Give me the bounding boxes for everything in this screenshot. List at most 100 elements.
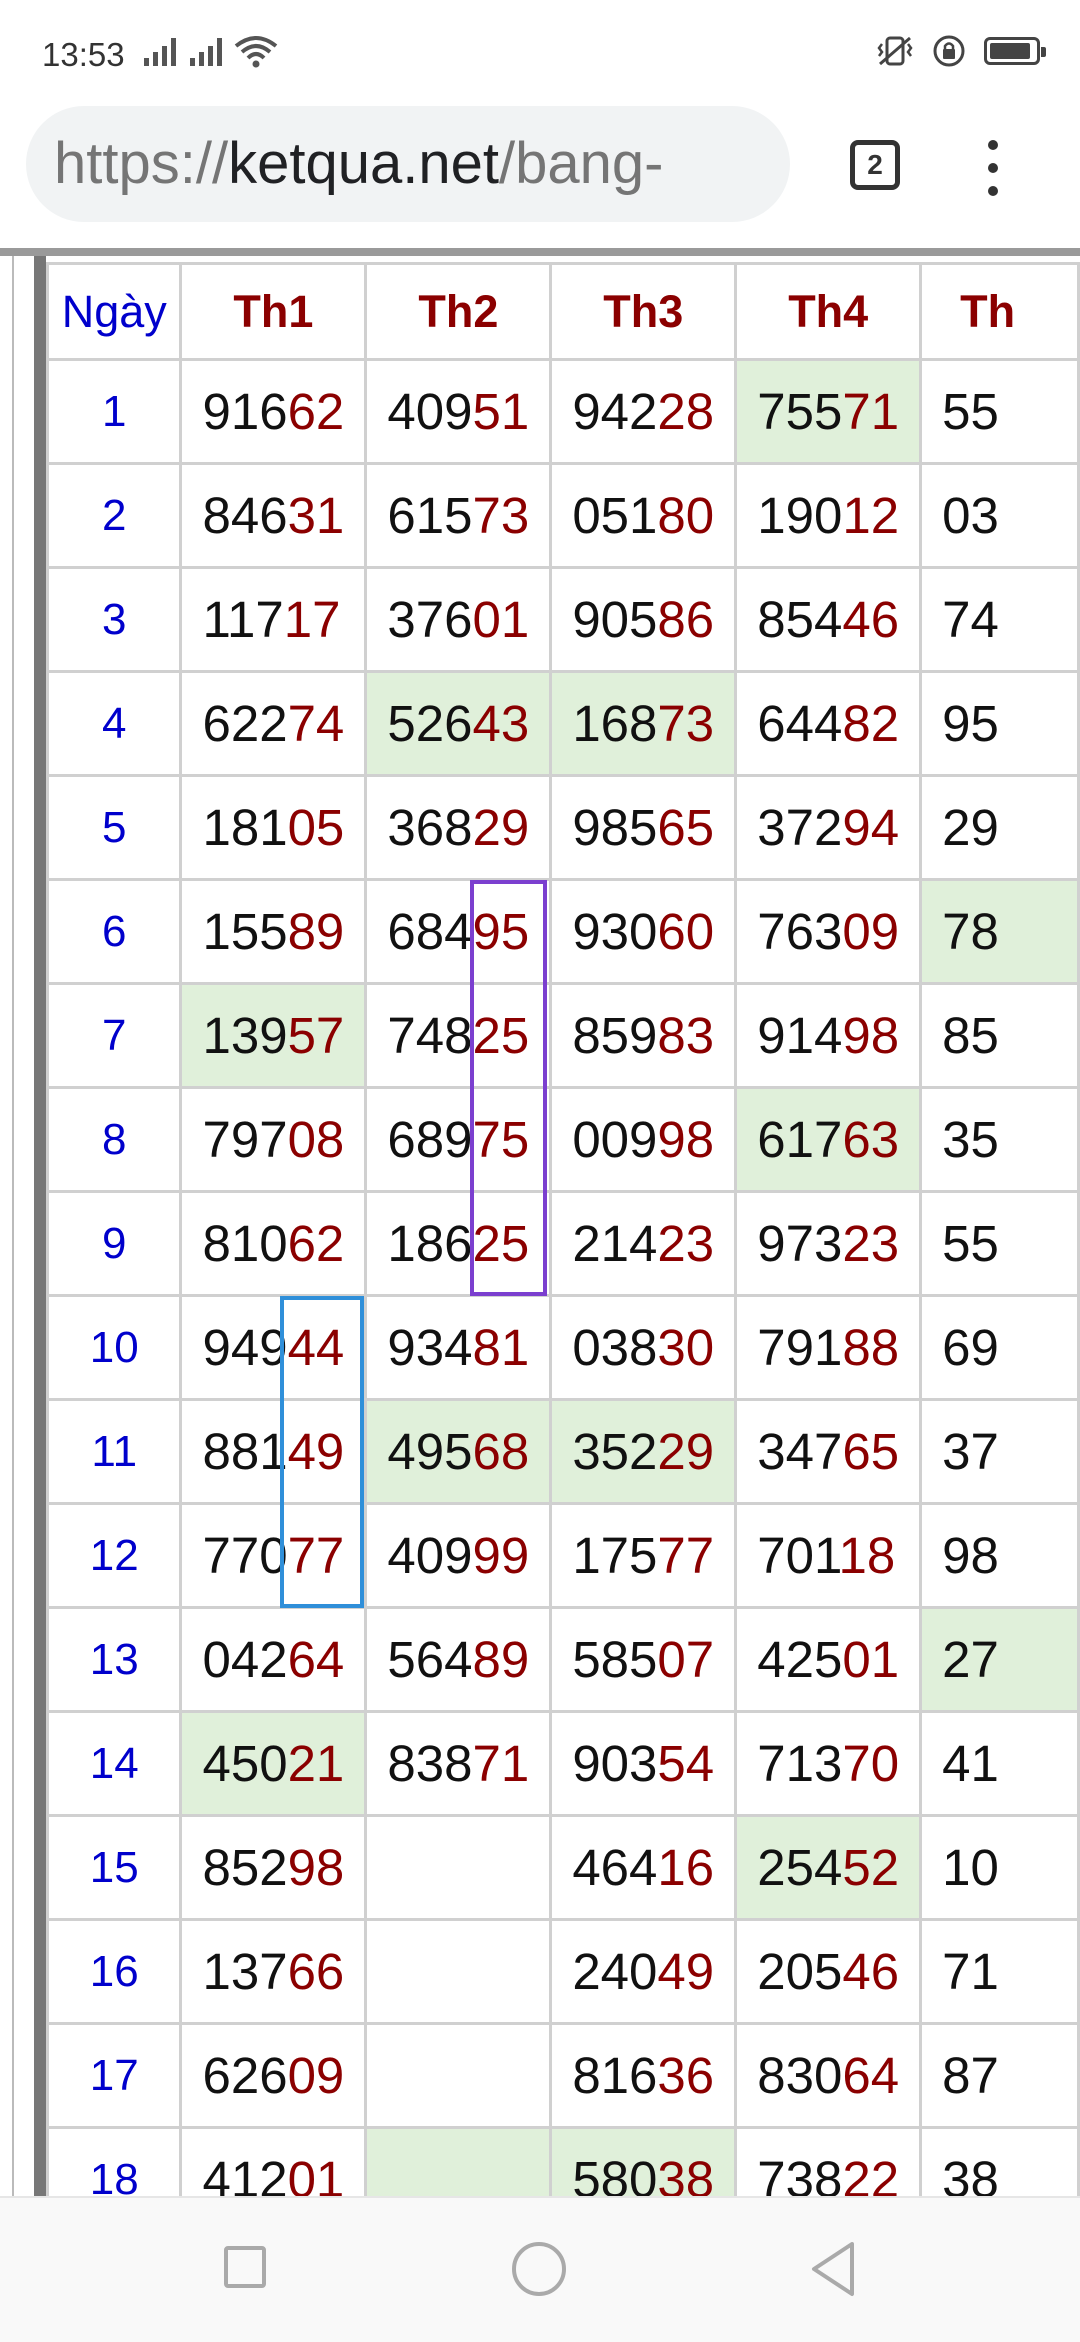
recent-apps-button[interactable] <box>224 2246 266 2288</box>
number-tail: 01 <box>287 2151 345 2196</box>
day-cell: 16 <box>45 1918 183 2025</box>
day-cell: 10 <box>45 1294 183 1401</box>
number-head: 95 <box>942 695 999 752</box>
day-cell: 6 <box>45 878 183 985</box>
number-tail: 07 <box>657 1631 715 1688</box>
day-cell: 8 <box>45 1086 183 1193</box>
result-cell-th1: 62609 <box>179 2022 368 2129</box>
result-cell-th5: 27 <box>919 1606 1080 1713</box>
result-cell-th5: 87 <box>919 2022 1080 2129</box>
number-head: 585 <box>572 1631 658 1688</box>
number-head: 738 <box>757 2151 843 2196</box>
table-row: 10 94944 93481 03830 79188 69 <box>45 1294 1080 1401</box>
number-head: 464 <box>572 1839 658 1896</box>
number-tail: 99 <box>472 1527 530 1584</box>
number-head: 797 <box>202 1111 288 1168</box>
number-tail: 80 <box>657 487 715 544</box>
number-head: 181 <box>202 799 288 856</box>
result-cell-th5: 10 <box>919 1814 1080 1921</box>
header-day: Ngày <box>45 262 183 361</box>
number-head: 701 <box>757 1527 839 1584</box>
table-row: 5 18105 36829 98565 37294 29 <box>45 774 1080 881</box>
table-row: 4 62274 52643 16873 64482 95 <box>45 670 1080 777</box>
number-tail: 88 <box>842 1319 900 1376</box>
result-cell-th4: 19012 <box>734 462 923 569</box>
result-cell-th1: 85298 <box>179 1814 368 1921</box>
number-tail: 71 <box>842 383 900 440</box>
number-head: 78 <box>942 903 999 960</box>
number-head: 810 <box>202 1215 288 1272</box>
table-row: 14 45021 83871 90354 71370 41 <box>45 1710 1080 1817</box>
number-head: 35 <box>942 1111 999 1168</box>
number-head: 10 <box>942 1839 999 1896</box>
result-cell-th4: 70118 <box>734 1502 923 1609</box>
day-cell: 12 <box>45 1502 183 1609</box>
number-head: 27 <box>942 1631 999 1688</box>
back-button[interactable] <box>808 2240 858 2298</box>
number-tail: 73 <box>657 695 715 752</box>
result-cell-th4: 64482 <box>734 670 923 777</box>
url-scheme: https:// <box>54 131 229 196</box>
number-head: 168 <box>572 695 658 752</box>
number-head: 03 <box>942 487 999 544</box>
number-head: 205 <box>757 1943 843 2000</box>
result-cell-th1: 18105 <box>179 774 368 881</box>
page-edge <box>0 248 1080 256</box>
number-tail: 46 <box>842 1943 900 2000</box>
number-tail: 29 <box>657 1423 715 1480</box>
number-head: 214 <box>572 1215 658 1272</box>
result-cell-th1: 91662 <box>179 358 368 465</box>
number-tail: 68 <box>472 1423 530 1480</box>
number-head: 038 <box>572 1319 658 1376</box>
result-cell-th4: 85446 <box>734 566 923 673</box>
result-cell-th4: 76309 <box>734 878 923 985</box>
number-tail: 86 <box>657 591 715 648</box>
number-tail: 22 <box>842 2151 900 2196</box>
day-cell: 18 <box>45 2126 183 2196</box>
result-cell-th1: 45021 <box>179 1710 368 1817</box>
number-tail: 74 <box>287 695 345 752</box>
number-head: 412 <box>202 2151 288 2196</box>
number-tail: 57 <box>287 1007 345 1064</box>
browser-menu-icon[interactable] <box>986 140 1000 196</box>
number-tail: 98 <box>287 1839 345 1896</box>
result-cell-th3: 85983 <box>549 982 738 1089</box>
number-head: 985 <box>572 799 658 856</box>
status-time: 13:53 <box>42 36 125 73</box>
number-head: 854 <box>757 591 843 648</box>
number-head: 55 <box>942 383 999 440</box>
number-head: 973 <box>757 1215 843 1272</box>
wifi-icon <box>234 36 278 68</box>
number-tail: 05 <box>287 799 345 856</box>
result-cell-th1: 79708 <box>179 1086 368 1193</box>
result-cell-th3: 46416 <box>549 1814 738 1921</box>
result-cell-th1: 04264 <box>179 1606 368 1713</box>
number-head: 644 <box>757 695 843 752</box>
number-tail: 71 <box>472 1735 530 1792</box>
table-header-row: Ngày Th1 Th2 Th3 Th4 Th <box>45 262 1080 361</box>
header-th3: Th3 <box>549 262 738 361</box>
number-tail: 18 <box>838 1527 896 1584</box>
day-cell: 2 <box>45 462 183 569</box>
number-tail: 98 <box>657 1111 715 1168</box>
number-tail: 08 <box>287 1111 345 1168</box>
number-head: 859 <box>572 1007 658 1064</box>
number-tail: 63 <box>842 1111 900 1168</box>
url-path: /bang- <box>498 131 664 196</box>
home-button[interactable] <box>512 2242 566 2296</box>
number-head: 372 <box>757 799 843 856</box>
result-cell-th3: 58507 <box>549 1606 738 1713</box>
tab-switcher-button[interactable]: 2 <box>850 140 900 190</box>
result-cell-th5: 78 <box>919 878 1080 985</box>
battery-icon <box>984 37 1046 65</box>
number-head: 55 <box>942 1215 999 1272</box>
number-head: 41 <box>942 1735 999 1792</box>
result-cell-th5: 85 <box>919 982 1080 1089</box>
number-head: 881 <box>202 1423 288 1480</box>
address-bar[interactable]: https://ketqua.net/bang- <box>26 106 790 222</box>
number-tail: 21 <box>287 1735 345 1792</box>
number-tail: 38 <box>657 2151 715 2196</box>
number-head: 838 <box>387 1735 473 1792</box>
number-head: 791 <box>757 1319 843 1376</box>
result-cell-th4: 83064 <box>734 2022 923 2129</box>
